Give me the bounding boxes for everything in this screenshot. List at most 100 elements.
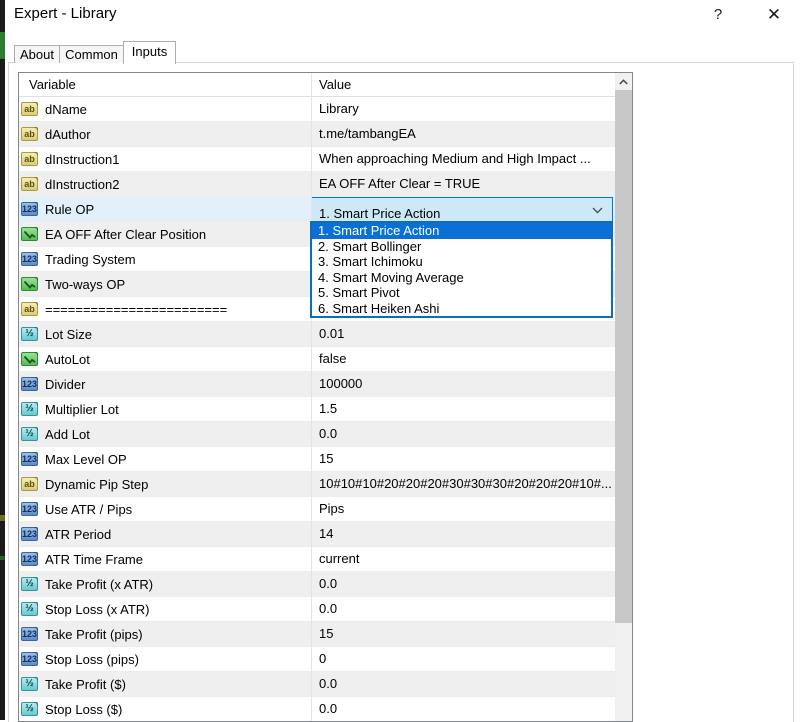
combobox-selected-value: 1. Smart Price Action bbox=[319, 206, 441, 221]
table-row[interactable]: 123 Use ATR / Pips Pips bbox=[19, 497, 615, 522]
window-title: Expert - Library bbox=[14, 5, 117, 22]
dropdown-option[interactable]: 1. Smart Price Action bbox=[312, 223, 611, 239]
integer-type-icon: 123 bbox=[21, 652, 38, 666]
expert-properties-dialog: Expert - Library ? ✕ About Common Inputs… bbox=[5, 0, 800, 722]
variable-value: 0.0 bbox=[319, 576, 338, 591]
table-row[interactable]: ab dInstruction1 When approaching Medium… bbox=[19, 147, 615, 172]
variable-name: Divider bbox=[45, 377, 86, 392]
variable-value: 0.0 bbox=[319, 601, 338, 616]
column-divider bbox=[311, 73, 312, 721]
variable-name: Two-ways OP bbox=[45, 277, 126, 292]
variable-name: Stop Loss ($) bbox=[45, 702, 123, 717]
integer-type-icon: 123 bbox=[21, 377, 38, 391]
string-type-icon: ab bbox=[21, 102, 38, 116]
chevron-down-icon bbox=[592, 207, 603, 214]
dropdown-option[interactable]: 2. Smart Bollinger bbox=[312, 239, 611, 255]
table-row[interactable]: ab dInstruction2 EA OFF After Clear = TR… bbox=[19, 172, 615, 197]
variable-name: ATR Time Frame bbox=[45, 552, 143, 567]
variable-name: Rule OP bbox=[45, 202, 95, 217]
table-header: Variable Value bbox=[19, 73, 615, 97]
boolean-type-icon bbox=[21, 352, 38, 366]
variable-name: dName bbox=[45, 102, 87, 117]
variable-name: Max Level OP bbox=[45, 452, 127, 467]
variable-name: dInstruction2 bbox=[45, 177, 120, 192]
variable-value: 15 bbox=[319, 626, 334, 641]
title-bar: Expert - Library ? ✕ bbox=[5, 0, 800, 32]
table-row[interactable]: ½ Stop Loss (x ATR) 0.0 bbox=[19, 597, 615, 622]
variable-value: 100000 bbox=[319, 376, 363, 391]
table-row[interactable]: 123 Divider 100000 bbox=[19, 372, 615, 397]
tab-about[interactable]: About bbox=[14, 45, 60, 63]
variable-name: Take Profit (x ATR) bbox=[45, 577, 154, 592]
table-rows: ab dName Library ab dAuthor t.me/tambang… bbox=[19, 97, 615, 721]
column-header-variable: Variable bbox=[29, 77, 76, 92]
table-row[interactable]: ½ Add Lot 0.0 bbox=[19, 422, 615, 447]
table-row[interactable]: ½ Take Profit ($) 0.0 bbox=[19, 672, 615, 697]
double-type-icon: ½ bbox=[21, 427, 38, 441]
variable-name: Stop Loss (pips) bbox=[45, 652, 139, 667]
table-row[interactable]: ½ Stop Loss ($) 0.0 bbox=[19, 697, 615, 721]
help-button[interactable]: ? bbox=[702, 1, 734, 29]
column-header-value: Value bbox=[319, 77, 352, 92]
parameters-table: Variable Value ab dName Library ab dAuth… bbox=[18, 72, 633, 722]
variable-value: Pips bbox=[319, 501, 345, 516]
variable-name: Dynamic Pip Step bbox=[45, 477, 149, 492]
variable-value: current bbox=[319, 551, 360, 566]
vertical-scrollbar[interactable] bbox=[615, 73, 632, 721]
variable-name: Stop Loss (x ATR) bbox=[45, 602, 150, 617]
table-row[interactable]: ½ Multiplier Lot 1.5 bbox=[19, 397, 615, 422]
variable-name: dAuthor bbox=[45, 127, 91, 142]
integer-type-icon: 123 bbox=[21, 527, 38, 541]
variable-value: 0.0 bbox=[319, 701, 338, 716]
table-row[interactable]: 123 Take Profit (pips) 15 bbox=[19, 622, 615, 647]
dropdown-option[interactable]: 4. Smart Moving Average bbox=[312, 270, 611, 286]
tab-common[interactable]: Common bbox=[59, 45, 124, 63]
table-row[interactable]: 123 Max Level OP 15 bbox=[19, 447, 615, 472]
table-row[interactable]: ab dAuthor t.me/tambangEA bbox=[19, 122, 615, 147]
variable-name: Take Profit ($) bbox=[45, 677, 126, 692]
variable-name: EA OFF After Clear Position bbox=[45, 227, 207, 242]
table-row[interactable]: AutoLot false bbox=[19, 347, 615, 372]
double-type-icon: ½ bbox=[21, 327, 38, 341]
double-type-icon: ½ bbox=[21, 577, 38, 591]
table-row[interactable]: ab dName Library bbox=[19, 97, 615, 122]
integer-type-icon: 123 bbox=[21, 502, 38, 516]
integer-type-icon: 123 bbox=[21, 202, 38, 216]
integer-type-icon: 123 bbox=[21, 552, 38, 566]
table-row[interactable]: ab Dynamic Pip Step 10#10#10#20#20#20#30… bbox=[19, 472, 615, 497]
variable-value: 0.0 bbox=[319, 426, 338, 441]
table-row[interactable]: ½ Take Profit (x ATR) 0.0 bbox=[19, 572, 615, 597]
variable-value: 10#10#10#20#20#20#30#30#30#20#20#20#10#.… bbox=[319, 476, 612, 491]
integer-type-icon: 123 bbox=[21, 252, 38, 266]
double-type-icon: ½ bbox=[21, 602, 38, 616]
tab-inputs[interactable]: Inputs bbox=[123, 41, 176, 64]
table-row[interactable]: 123 Rule OP 1. Smart Price Action bbox=[19, 197, 615, 222]
scroll-up-button[interactable] bbox=[615, 73, 632, 90]
string-type-icon: ab bbox=[21, 177, 38, 191]
scrollbar-thumb[interactable] bbox=[615, 90, 632, 623]
variable-value: 15 bbox=[319, 451, 334, 466]
double-type-icon: ½ bbox=[21, 677, 38, 691]
table-row[interactable]: ½ Lot Size 0.01 bbox=[19, 322, 615, 347]
variable-name: Multiplier Lot bbox=[45, 402, 119, 417]
rule-op-combobox[interactable]: 1. Smart Price Action bbox=[311, 197, 613, 222]
variable-value: 0.0 bbox=[319, 676, 338, 691]
dropdown-option[interactable]: 6. Smart Heiken Ashi bbox=[312, 301, 611, 317]
string-type-icon: ab bbox=[21, 127, 38, 141]
table-row[interactable]: 123 ATR Period 14 bbox=[19, 522, 615, 547]
variable-name: Trading System bbox=[45, 252, 136, 267]
dropdown-option[interactable]: 3. Smart Ichimoku bbox=[312, 254, 611, 270]
close-button[interactable]: ✕ bbox=[753, 1, 795, 29]
integer-type-icon: 123 bbox=[21, 452, 38, 466]
table-row[interactable]: 123 Stop Loss (pips) 0 bbox=[19, 647, 615, 672]
variable-value: 1. Smart Price Action bbox=[311, 197, 615, 222]
variable-value: t.me/tambangEA bbox=[319, 126, 416, 141]
table-row[interactable]: 123 ATR Time Frame current bbox=[19, 547, 615, 572]
variable-name: ATR Period bbox=[45, 527, 112, 542]
dropdown-option[interactable]: 5. Smart Pivot bbox=[312, 285, 611, 301]
variable-value: false bbox=[319, 351, 347, 366]
variable-name: Add Lot bbox=[45, 427, 90, 442]
variable-name: Lot Size bbox=[45, 327, 92, 342]
variable-value: EA OFF After Clear = TRUE bbox=[319, 176, 481, 191]
variable-value: When approaching Medium and High Impact … bbox=[319, 151, 591, 166]
